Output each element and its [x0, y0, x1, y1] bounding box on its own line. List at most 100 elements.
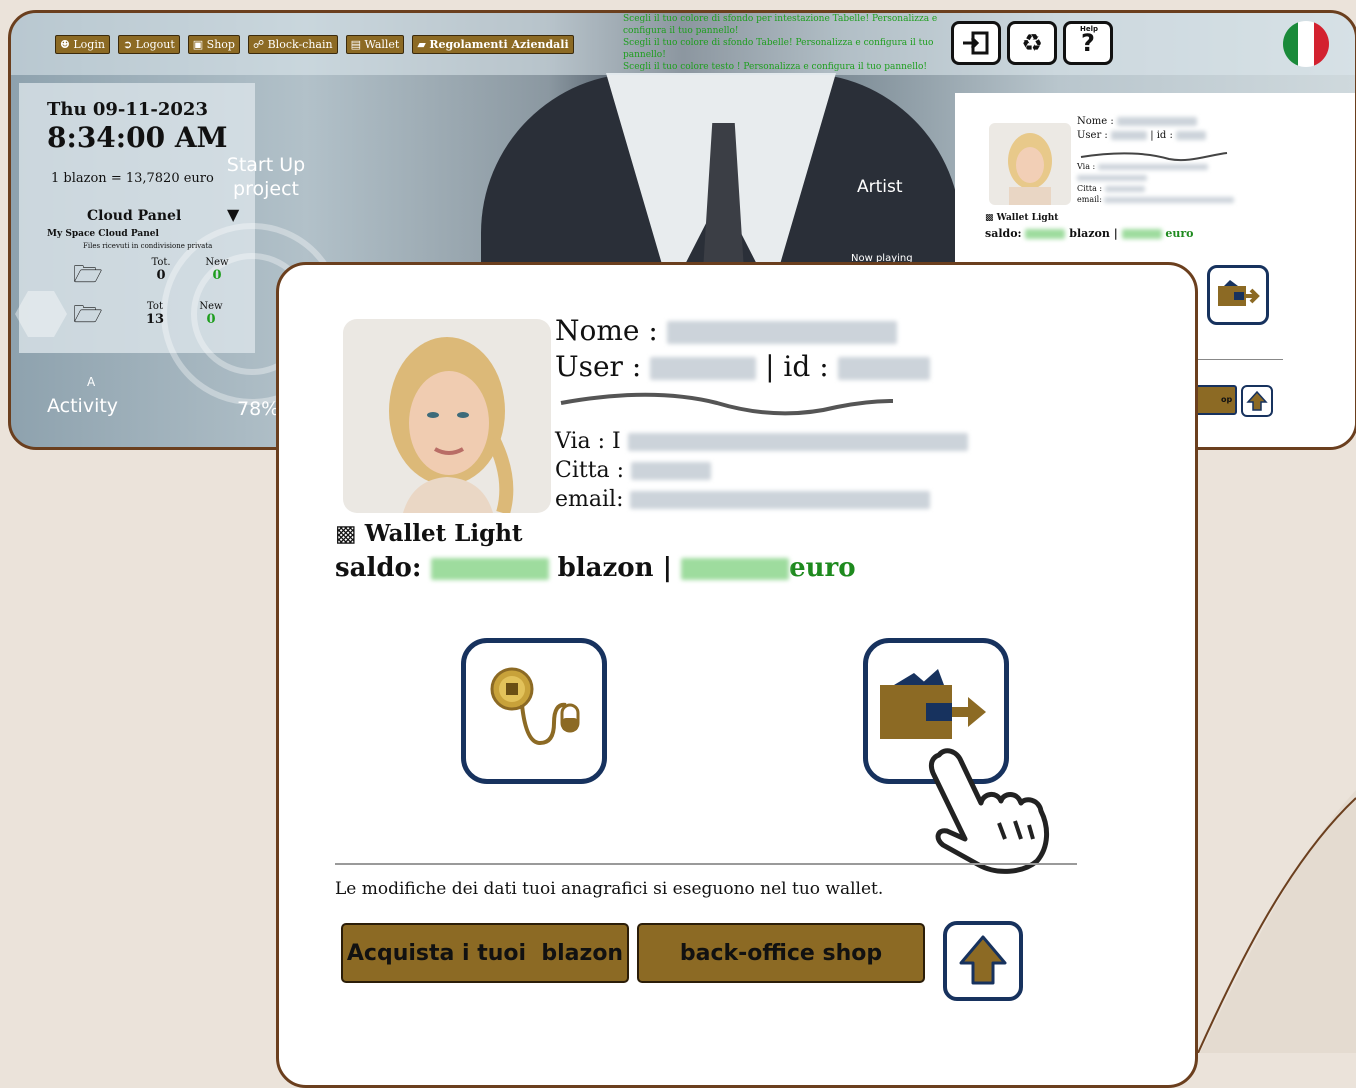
color-settings-notes: Scegli il tuo colore di sfondo per intes… [623, 13, 943, 73]
mini-id-label: | id : [1150, 130, 1173, 141]
mini-address: Via : Citta : email: [1077, 161, 1235, 205]
mini-backoffice-label: op [1220, 395, 1233, 404]
arrow-up-icon [959, 935, 1007, 985]
enter-icon[interactable] [951, 21, 1001, 65]
logout-label: Logout [135, 38, 175, 51]
stat-label: New [199, 301, 223, 312]
redacted-value [627, 432, 968, 452]
redacted-value [681, 557, 790, 581]
redacted-value [1176, 131, 1207, 140]
euro-label: euro [789, 553, 856, 583]
arrow-up-icon [1246, 390, 1268, 411]
id-label: | id : [765, 350, 829, 383]
login-button[interactable]: ☻ Login [55, 35, 110, 54]
chevron-down-icon[interactable]: ▼ [227, 205, 239, 224]
balance-line: saldo: blazon | euro [335, 553, 856, 583]
nome-label: Nome : [555, 314, 658, 347]
redacted-value [1121, 229, 1162, 239]
redacted-value [1111, 131, 1147, 140]
shop-button[interactable]: ▣ Shop [187, 35, 240, 54]
address-block: Via : I Citta : email: [555, 427, 968, 514]
blockchain-button[interactable]: ☍ Block-chain [247, 35, 338, 54]
recycle-icon[interactable]: ♻ [1007, 21, 1057, 65]
pointer-hand-icon [928, 748, 1049, 874]
mini-citta-label: Citta : [1077, 184, 1103, 193]
login-label: Login [73, 38, 105, 51]
mini-user-label: User : [1077, 130, 1108, 141]
redacted-value [631, 461, 712, 481]
citta-label: Citta : [555, 458, 625, 483]
header-color-link[interactable]: Scegli il tuo colore di sfondo per intes… [623, 13, 943, 37]
backoffice-shop-button[interactable]: back-office shop [637, 923, 925, 983]
info-note: Le modifiche dei dati tuoi anagrafici si… [335, 879, 884, 899]
help-label: Help [1080, 25, 1099, 33]
wallet-transfer-icon [1218, 280, 1260, 306]
mini-blazon-label: blazon | [1069, 227, 1118, 240]
italy-flag-icon[interactable] [1283, 21, 1329, 67]
redacted-value [666, 320, 897, 345]
buy-blazon-button[interactable]: Acquista i tuoi blazon [341, 923, 629, 983]
top-icon-group: ♻ ? Help [951, 21, 1113, 65]
wallet-title: ▩ Wallet Light [335, 520, 523, 547]
identity-block: Nome : User : | id : [555, 313, 930, 385]
wallet-label: Wallet Light [364, 520, 523, 547]
mini-scroll-up-button[interactable] [1241, 385, 1273, 417]
mini-balance: saldo: blazon | euro [985, 227, 1194, 240]
my-space-title: My Space Cloud Panel [47, 229, 159, 239]
folder-icon[interactable]: 🗁 [73, 297, 103, 338]
blockchain-connect-button[interactable] [461, 638, 607, 784]
stat-new: New 0 [197, 257, 237, 283]
mini-backoffice-button[interactable]: op [1195, 385, 1237, 415]
redacted-value [430, 557, 549, 581]
blazon-rate: 1 blazon = 13,7820 euro [51, 171, 214, 186]
stat-value: 0 [156, 268, 166, 283]
coin-mouse-icon [490, 667, 580, 746]
profile-avatar [343, 319, 551, 513]
redacted-value [1104, 185, 1145, 193]
redacted-value [1116, 117, 1197, 126]
mini-euro-label: euro [1165, 227, 1194, 240]
activity-label: Activity [47, 395, 119, 417]
saldo-label: saldo: [335, 553, 422, 583]
folder-icon[interactable]: 🗁 [73, 257, 103, 298]
activity-letter: A [87, 375, 96, 389]
redacted-value [1077, 174, 1147, 182]
table-color-link[interactable]: Scegli il tuo colore di sfondo Tabelle! … [623, 37, 943, 61]
divider [335, 863, 1077, 865]
files-note: Files ricevuti in condivisione privata [83, 242, 213, 250]
regolamenti-label: Regolamenti Aziendali [429, 38, 569, 51]
logout-button[interactable]: ➲ Logout [117, 35, 180, 54]
stat-label: Tot [147, 301, 163, 312]
regolamenti-button[interactable]: ▰ Regolamenti Aziendali [412, 35, 574, 54]
current-date: Thu 09-11-2023 [47, 99, 208, 120]
blockchain-label: Block-chain [267, 38, 333, 51]
redacted-value [837, 356, 930, 381]
nav-bar: ☻ Login ➲ Logout ▣ Shop ☍ Block-chain ▤ … [55, 35, 574, 54]
profile-card: Nome : User : | id : Via : I Citta : ema… [276, 262, 1198, 1088]
wallet-label: Wallet [364, 38, 400, 51]
redacted-value [1104, 196, 1235, 204]
blazon-label: blazon | [557, 553, 673, 583]
stat-value: 13 [145, 312, 165, 327]
mini-email-label: email: [1077, 195, 1102, 204]
email-label: email: [555, 487, 624, 512]
mini-nome-label: Nome : [1077, 116, 1114, 127]
redacted-value [630, 490, 931, 510]
wallet-button[interactable]: ▤ Wallet [345, 35, 405, 54]
signature-line [560, 392, 894, 416]
via-label: Via : I [555, 429, 621, 454]
help-icon[interactable]: ? Help [1063, 21, 1113, 65]
mini-identity: Nome : User : | id : [1077, 115, 1207, 143]
stat-tot: Tot. 0 [141, 257, 181, 283]
redacted-value [650, 356, 757, 381]
divider [1191, 359, 1283, 360]
stat-new: New 0 [191, 301, 231, 327]
start-up-project[interactable]: Start Up project [211, 153, 321, 201]
scroll-up-button[interactable] [943, 921, 1023, 1001]
current-time: 8:34:00 AM [47, 121, 228, 154]
redacted-value [1097, 163, 1208, 171]
stat-label: Tot. [151, 257, 171, 268]
text-color-link[interactable]: Scegli il tuo colore testo ! Personalizz… [623, 61, 943, 73]
mini-transfer-button[interactable] [1207, 265, 1269, 325]
mini-saldo-label: saldo: [985, 227, 1022, 240]
